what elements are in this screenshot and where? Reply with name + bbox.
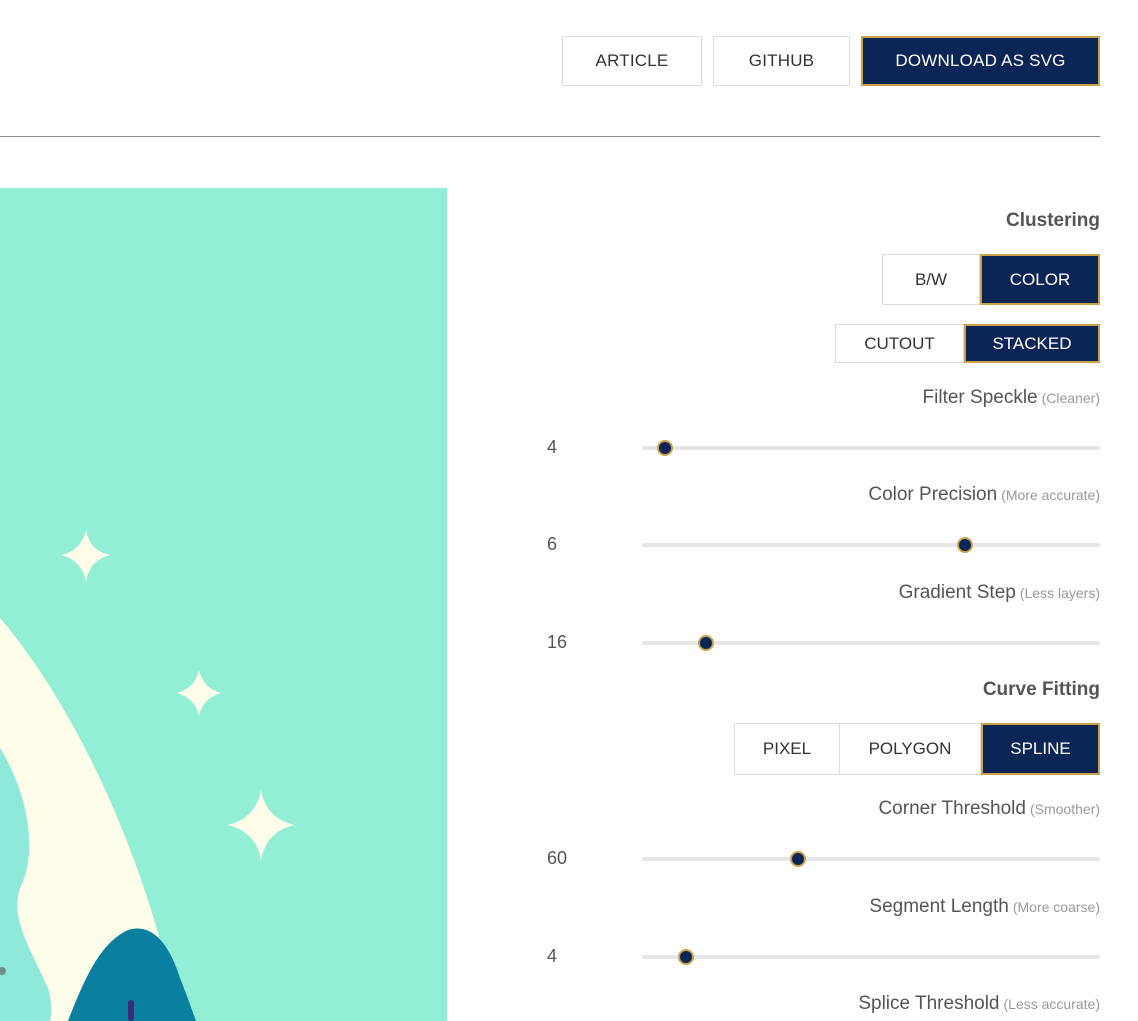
clustering-title: Clustering bbox=[1006, 210, 1100, 231]
sparkle-shape bbox=[61, 530, 110, 581]
color-precision-slider[interactable] bbox=[642, 537, 1100, 553]
svg-preview-canvas bbox=[0, 188, 447, 1021]
filter-speckle-slider[interactable] bbox=[642, 440, 1100, 456]
curve-fitting-title: Curve Fitting bbox=[982, 679, 1100, 700]
gradient-step-label: Gradient Step (Less layers) bbox=[899, 582, 1100, 604]
param-label-text: Filter Speckle bbox=[922, 387, 1038, 408]
param-hint: (Cleaner) bbox=[1041, 390, 1100, 406]
gradient-step-slider[interactable] bbox=[642, 635, 1100, 651]
spline-option[interactable]: SPLINE bbox=[981, 723, 1100, 775]
clustering-mode-toggle: B/W COLOR bbox=[882, 254, 1100, 305]
corner-threshold-value: 60 bbox=[547, 848, 568, 868]
app-page: ARTICLE GITHUB DOWNLOAD AS SVG Clusterin… bbox=[0, 0, 1138, 1021]
param-hint: (More coarse) bbox=[1012, 899, 1100, 915]
stacked-option[interactable]: STACKED bbox=[964, 324, 1100, 363]
hill-marker bbox=[128, 1000, 134, 1021]
segment-length-value: 4 bbox=[547, 946, 558, 966]
article-button[interactable]: ARTICLE bbox=[562, 36, 702, 86]
slider-thumb[interactable] bbox=[677, 949, 694, 965]
param-label-text: Corner Threshold bbox=[878, 798, 1026, 819]
param-label-text: Gradient Step bbox=[898, 582, 1016, 603]
sparkle-shape bbox=[228, 790, 294, 860]
pixel-option[interactable]: PIXEL bbox=[734, 723, 840, 775]
param-hint: (Less accurate) bbox=[1003, 996, 1100, 1012]
download-svg-button[interactable]: DOWNLOAD AS SVG bbox=[861, 36, 1100, 86]
sparkle-shape bbox=[177, 670, 221, 716]
param-label-text: Color Precision bbox=[868, 484, 998, 505]
polygon-option[interactable]: POLYGON bbox=[840, 723, 981, 775]
layering-toggle: CUTOUT STACKED bbox=[835, 324, 1100, 363]
corner-threshold-slider[interactable] bbox=[642, 851, 1100, 867]
gradient-step-value: 16 bbox=[547, 632, 568, 652]
param-label-text: Segment Length bbox=[869, 896, 1009, 917]
color-precision-value: 6 bbox=[547, 534, 558, 554]
color-option[interactable]: COLOR bbox=[980, 254, 1100, 305]
vectorized-image bbox=[0, 530, 294, 1021]
slider-thumb[interactable] bbox=[698, 635, 715, 651]
github-button[interactable]: GITHUB bbox=[713, 36, 850, 86]
corner-threshold-label: Corner Threshold (Smoother) bbox=[878, 798, 1100, 820]
color-precision-label: Color Precision (More accurate) bbox=[868, 484, 1100, 506]
segment-length-slider[interactable] bbox=[642, 949, 1100, 965]
param-label-text: Splice Threshold bbox=[858, 993, 1000, 1014]
param-hint: (More accurate) bbox=[1001, 487, 1100, 503]
curve-mode-toggle: PIXEL POLYGON SPLINE bbox=[734, 723, 1100, 775]
segment-length-label: Segment Length (More coarse) bbox=[869, 896, 1100, 918]
slider-thumb[interactable] bbox=[656, 440, 673, 456]
param-hint: (Smoother) bbox=[1029, 801, 1100, 817]
slider-thumb[interactable] bbox=[789, 851, 806, 867]
cutout-option[interactable]: CUTOUT bbox=[835, 324, 964, 363]
bw-option[interactable]: B/W bbox=[882, 254, 980, 305]
param-hint: (Less layers) bbox=[1019, 585, 1100, 601]
header-divider bbox=[0, 136, 1100, 137]
filter-speckle-label: Filter Speckle (Cleaner) bbox=[923, 387, 1100, 409]
filter-speckle-value: 4 bbox=[547, 437, 558, 457]
splice-threshold-label: Splice Threshold (Less accurate) bbox=[858, 993, 1100, 1015]
slider-thumb[interactable] bbox=[956, 537, 973, 553]
